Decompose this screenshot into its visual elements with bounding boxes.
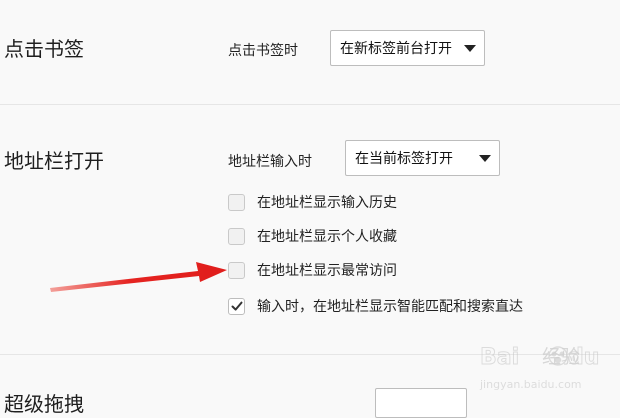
watermark-url: jingyan.baidu.com <box>479 378 582 391</box>
watermark-cn: 经验 <box>542 346 581 368</box>
watermark-brand: Bai <box>480 345 519 370</box>
